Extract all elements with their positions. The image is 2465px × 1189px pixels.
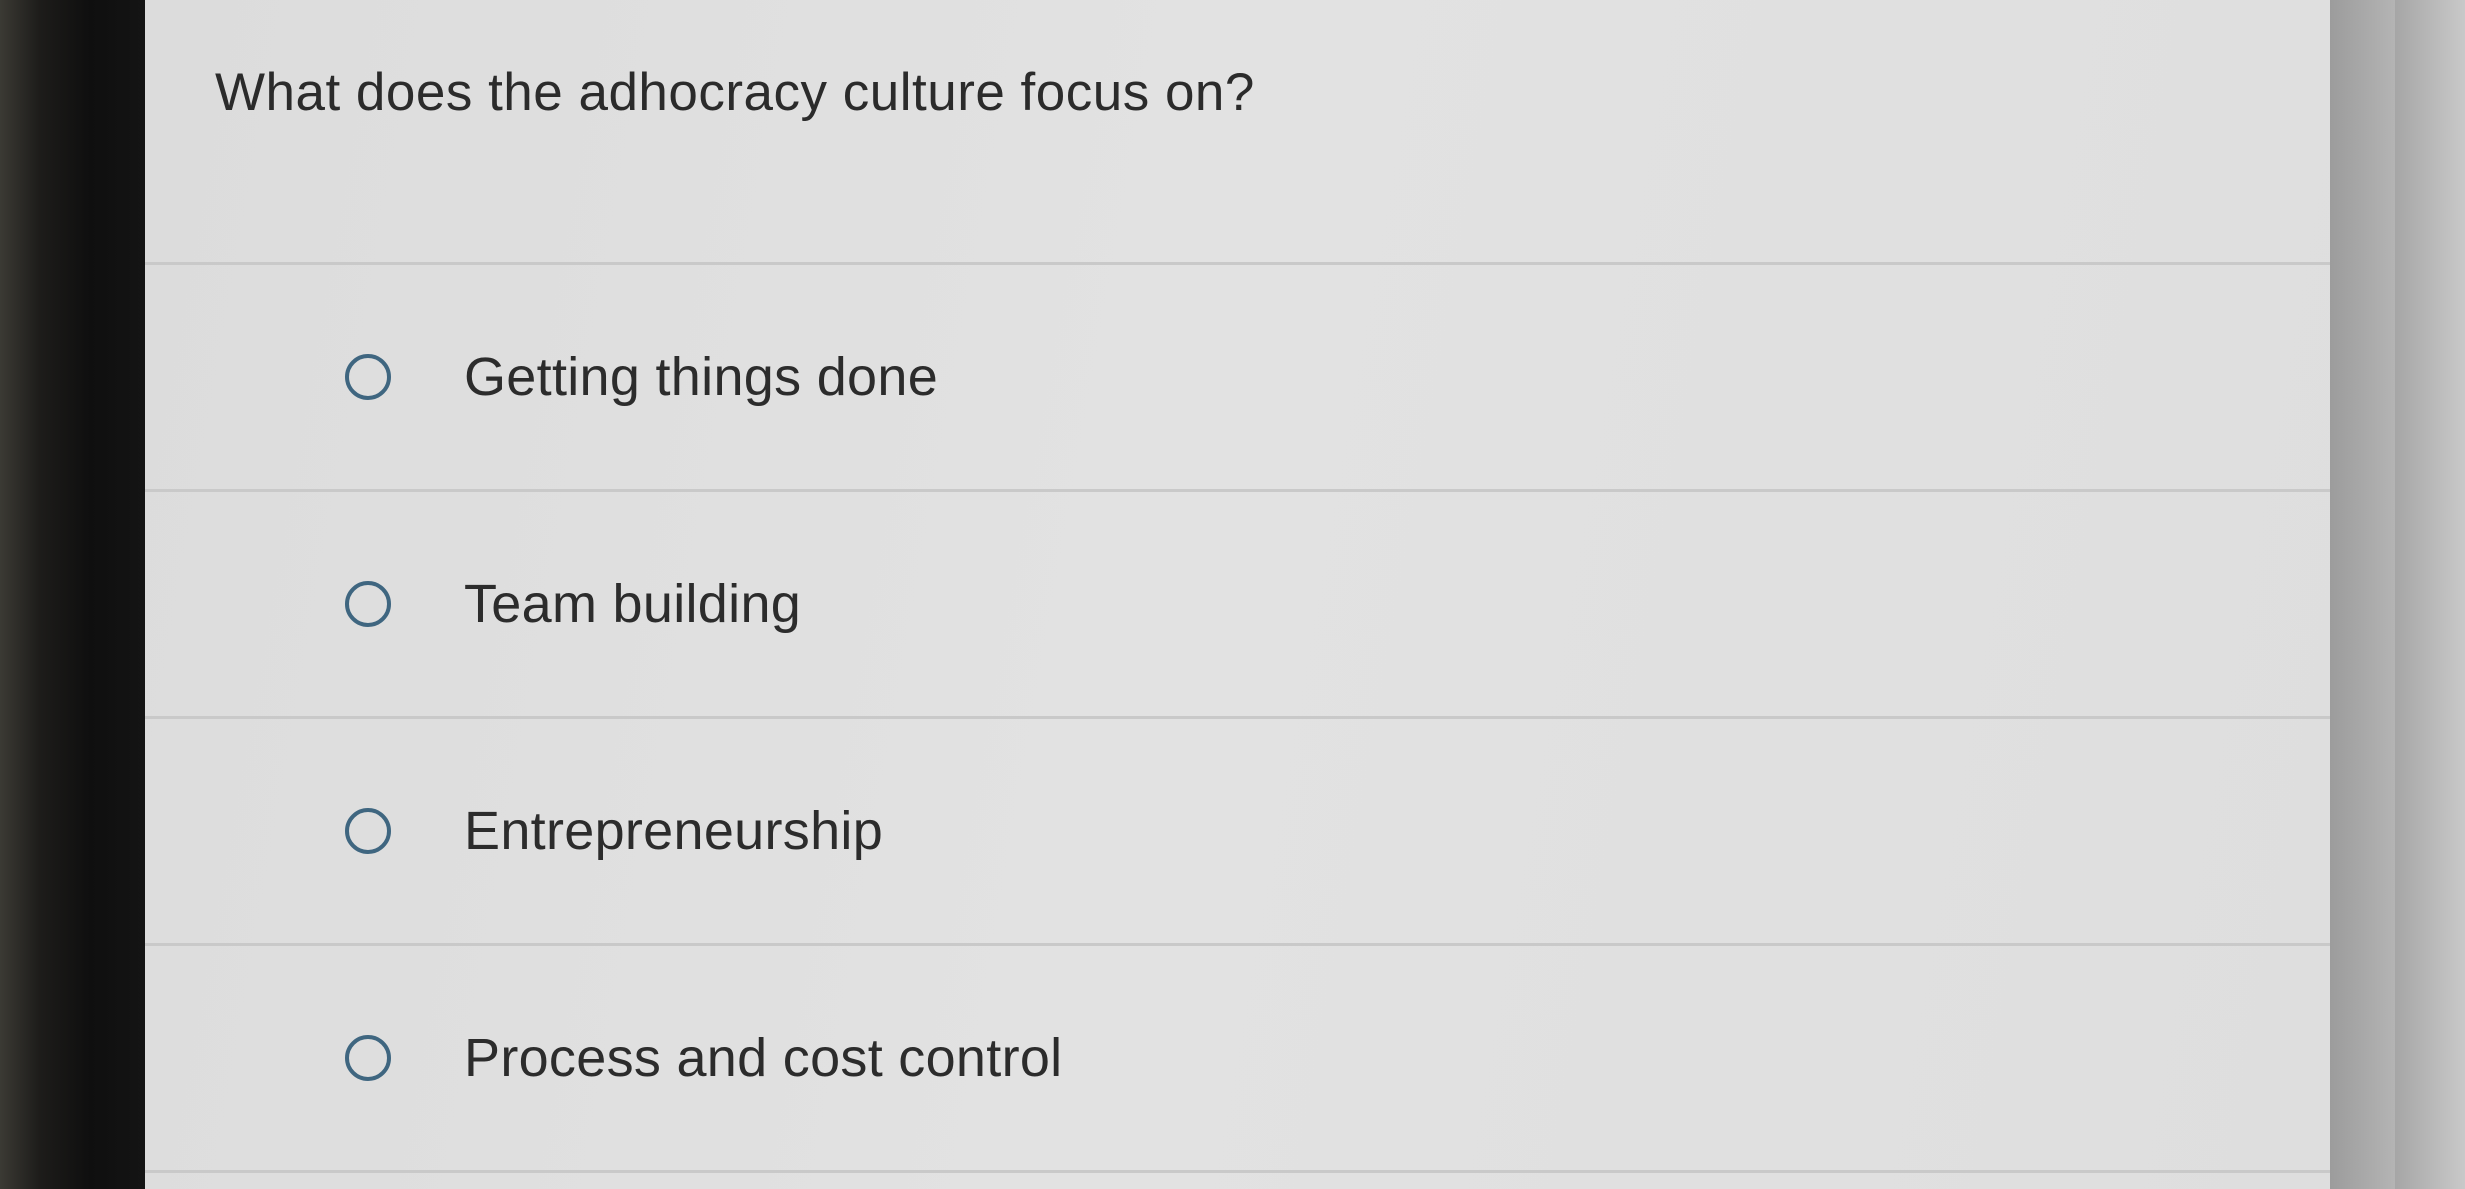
option-getting-things-done[interactable]: Getting things done [145, 265, 2375, 489]
divider [145, 1170, 2375, 1173]
radio-unchecked-icon[interactable] [345, 808, 391, 854]
radio-unchecked-icon[interactable] [345, 581, 391, 627]
option-label: Getting things done [464, 347, 939, 407]
answer-options: Getting things done Team building Entrep… [145, 262, 2375, 1173]
monitor-bezel-left [0, 0, 145, 1189]
scrollbar-track[interactable] [2330, 0, 2395, 1189]
question-text: What does the adhocracy culture focus on… [215, 63, 1255, 122]
radio-unchecked-icon[interactable] [345, 1035, 391, 1081]
option-process-and-cost-control[interactable]: Process and cost control [145, 946, 2375, 1170]
option-label: Team building [464, 574, 802, 634]
quiz-screen: What does the adhocracy culture focus on… [145, 0, 2395, 1189]
option-entrepreneurship[interactable]: Entrepreneurship [145, 719, 2375, 943]
option-label: Process and cost control [464, 1028, 1063, 1088]
radio-unchecked-icon[interactable] [345, 354, 391, 400]
monitor-bezel-right [2395, 0, 2465, 1189]
option-label: Entrepreneurship [464, 801, 884, 861]
option-team-building[interactable]: Team building [145, 492, 2375, 716]
